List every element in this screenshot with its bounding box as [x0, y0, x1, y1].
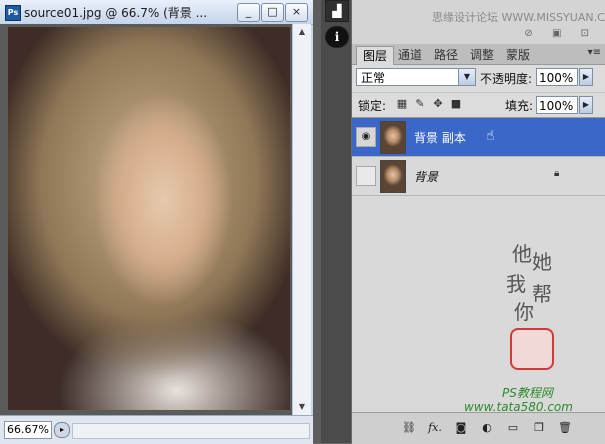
info-icon[interactable]: i [325, 26, 349, 48]
tab-channels[interactable]: 通道 [392, 46, 428, 64]
link-layers-icon[interactable]: ⛓ [400, 419, 418, 437]
lock-label: 锁定: [358, 99, 387, 113]
signature-char: 我 [506, 272, 526, 296]
panel-tabbar: 图层 通道 路径 调整 蒙版 ▾≡ [352, 44, 605, 65]
tab-adjustments[interactable]: 调整 [464, 46, 500, 64]
blend-row: 正常 ▼ 不透明度: 100% ▶ [352, 66, 605, 90]
watermark-text: 思缘设计论坛 WWW.MISSYUAN.COM [432, 11, 605, 24]
opacity-input[interactable]: 100% [536, 68, 578, 86]
layer-thumbnail[interactable] [380, 121, 406, 154]
visibility-toggle[interactable] [356, 166, 376, 186]
minimize-button[interactable]: _ [237, 3, 260, 22]
new-layer-icon[interactable]: ❐ [530, 419, 548, 437]
photoshop-icon: Ps [5, 5, 21, 21]
opacity-label: 不透明度: [480, 72, 533, 86]
panel-menu-icon[interactable]: ▾≡ [588, 47, 601, 58]
lock-all-icon[interactable]: ■ [450, 98, 462, 110]
panel-top-area: 思缘设计论坛 WWW.MISSYUAN.COM ⊘ ▣ ⊡ [352, 0, 605, 45]
layer-thumbnail[interactable] [380, 160, 406, 193]
tab-layers[interactable]: 图层 [356, 46, 395, 65]
chevron-down-icon[interactable]: ▼ [458, 69, 475, 85]
signature-char: 她 [532, 250, 552, 274]
lock-row: 锁定: ▦ ✎ ✥ ■ 填充: 100% ▶ [352, 92, 605, 117]
horizontal-scrollbar[interactable] [72, 423, 310, 439]
signature-char: 他 [512, 242, 532, 266]
signature-watermark: 他 她 我 帮 你 [492, 238, 592, 378]
layers-bottom-toolbar: ⛓ fx. ◙ ◐ ▭ ❐ 🗑︎ [352, 412, 605, 444]
zoom-level-input[interactable]: 66.67% [4, 421, 52, 439]
tab-masks[interactable]: 蒙版 [500, 46, 536, 64]
signature-char: 帮 [532, 282, 552, 306]
panel-dock-strip: ▟ i [321, 0, 351, 443]
scroll-up-icon[interactable]: ▲ [293, 24, 311, 40]
document-title: source01.jpg @ 66.7% (背景 ... [24, 6, 208, 20]
fill-input[interactable]: 100% [536, 96, 578, 114]
lock-transparency-icon[interactable]: ▦ [396, 98, 408, 110]
delete-layer-icon[interactable]: 🗑︎ [556, 419, 574, 437]
status-bar: 66.67% ▸ [0, 415, 313, 444]
hand-cursor-icon: ☝ [486, 128, 495, 144]
site-name: PS教程网 [502, 386, 553, 400]
workspace-gap [313, 0, 321, 443]
status-info-icon[interactable]: ▸ [54, 422, 70, 438]
lock-icon: 🔒︎ [554, 168, 560, 179]
document-window: Ps source01.jpg @ 66.7% (背景 ... _ □ × ▲ … [0, 0, 313, 444]
vertical-scrollbar[interactable]: ▲ ▼ [292, 24, 311, 415]
eye-icon[interactable]: ◉ [356, 127, 376, 147]
red-seal-stamp [510, 328, 554, 370]
new-group-icon[interactable]: ▭ [504, 419, 522, 437]
layer-row-background[interactable]: 背景 🔒︎ [352, 157, 605, 196]
layer-name[interactable]: 背景 [414, 168, 438, 185]
blend-mode-select[interactable]: 正常 ▼ [356, 68, 476, 86]
maximize-button[interactable]: □ [261, 3, 284, 22]
canvas-image[interactable] [8, 27, 290, 410]
blend-mode-value: 正常 [361, 71, 386, 85]
close-button[interactable]: × [285, 3, 308, 22]
layers-panel: 思缘设计论坛 WWW.MISSYUAN.COM ⊘ ▣ ⊡ 图层 通道 路径 调… [352, 0, 605, 444]
panel-top-icons[interactable]: ⊘ ▣ ⊡ [524, 28, 597, 39]
histogram-icon[interactable]: ▟ [325, 0, 349, 22]
fx-icon[interactable]: fx. [426, 419, 444, 437]
add-mask-icon[interactable]: ◙ [452, 419, 470, 437]
fill-label: 填充: [505, 99, 534, 113]
lock-position-icon[interactable]: ✥ [432, 98, 444, 110]
lock-pixels-icon[interactable]: ✎ [414, 98, 426, 110]
layer-row-background-copy[interactable]: ◉ 背景 副本 ☝ [352, 118, 605, 157]
layer-name[interactable]: 背景 副本 [414, 129, 466, 146]
scroll-down-icon[interactable]: ▼ [293, 399, 311, 415]
document-titlebar[interactable]: Ps source01.jpg @ 66.7% (背景 ... _ □ × [0, 0, 313, 25]
adjustment-layer-icon[interactable]: ◐ [478, 419, 496, 437]
signature-char: 你 [514, 300, 534, 324]
opacity-slider-icon[interactable]: ▶ [579, 68, 593, 86]
tab-paths[interactable]: 路径 [428, 46, 464, 64]
fill-slider-icon[interactable]: ▶ [579, 96, 593, 114]
layers-list: ◉ 背景 副本 ☝ 背景 🔒︎ 他 她 我 帮 你 PS教程网 www.tata… [352, 117, 605, 414]
